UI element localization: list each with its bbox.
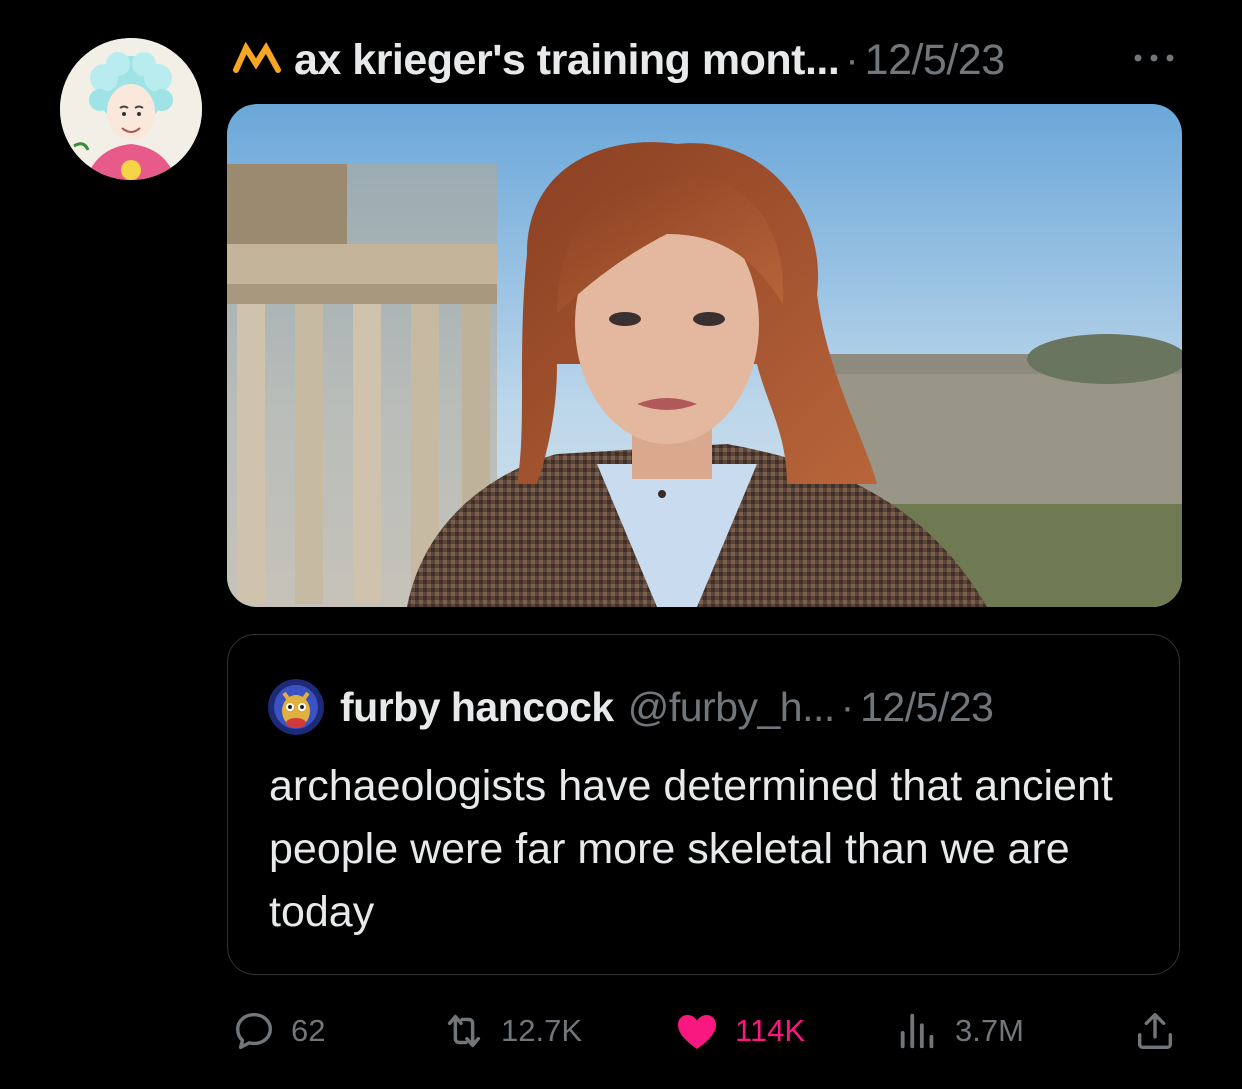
quoted-tweet-timestamp[interactable]: 12/5/23: [860, 684, 994, 731]
quoted-author-handle[interactable]: @furby_h...: [628, 684, 836, 731]
author-display-name[interactable]: ax krieger's training mont...: [294, 36, 840, 85]
illustrated-avatar-icon: [60, 38, 202, 180]
quoted-author-name[interactable]: furby hancock: [340, 684, 614, 731]
more-options-icon[interactable]: [1128, 46, 1180, 70]
photo-woman-ruins-icon: [227, 104, 1182, 607]
share-button[interactable]: [1132, 1002, 1192, 1060]
quoted-header-separator: ·: [840, 684, 855, 729]
tweet-timestamp[interactable]: 12/5/23: [865, 36, 1005, 85]
views-button[interactable]: 3.7M: [895, 1002, 1024, 1060]
reply-icon: [235, 1012, 273, 1050]
quoted-tweet-text: archaeologists have determined that anci…: [269, 762, 1113, 936]
heart-filled-icon: [678, 1015, 716, 1049]
like-count: 114K: [735, 1013, 806, 1048]
tweet-photo[interactable]: [227, 104, 1182, 607]
share-icon: [1137, 1012, 1173, 1050]
retweet-count: 12.7K: [501, 1013, 583, 1048]
tweet-header: ax krieger's training mont... · 12/5/23: [232, 30, 1005, 90]
reply-button[interactable]: 62: [231, 1002, 325, 1060]
views-count: 3.7M: [955, 1013, 1024, 1048]
author-avatar[interactable]: [60, 38, 202, 180]
reply-count: 62: [291, 1013, 326, 1048]
furby-avatar[interactable]: [268, 679, 324, 735]
quoted-tweet-header: furby hancock @furby_h... · 12/5/23: [268, 679, 994, 735]
retweet-icon: [447, 1014, 481, 1048]
tweet[interactable]: ax krieger's training mont... · 12/5/23: [0, 0, 1242, 1089]
like-button[interactable]: 114K: [673, 1002, 805, 1060]
header-separator: ·: [845, 37, 859, 82]
crown-m-icon: [232, 40, 286, 80]
quoted-tweet[interactable]: furby hancock @furby_h... · 12/5/23 arch…: [227, 634, 1180, 975]
action-bar: 62 12.7K 114K 3.7M: [227, 1002, 1182, 1060]
retweet-button[interactable]: 12.7K: [441, 1002, 582, 1060]
views-chart-icon: [900, 1013, 934, 1049]
